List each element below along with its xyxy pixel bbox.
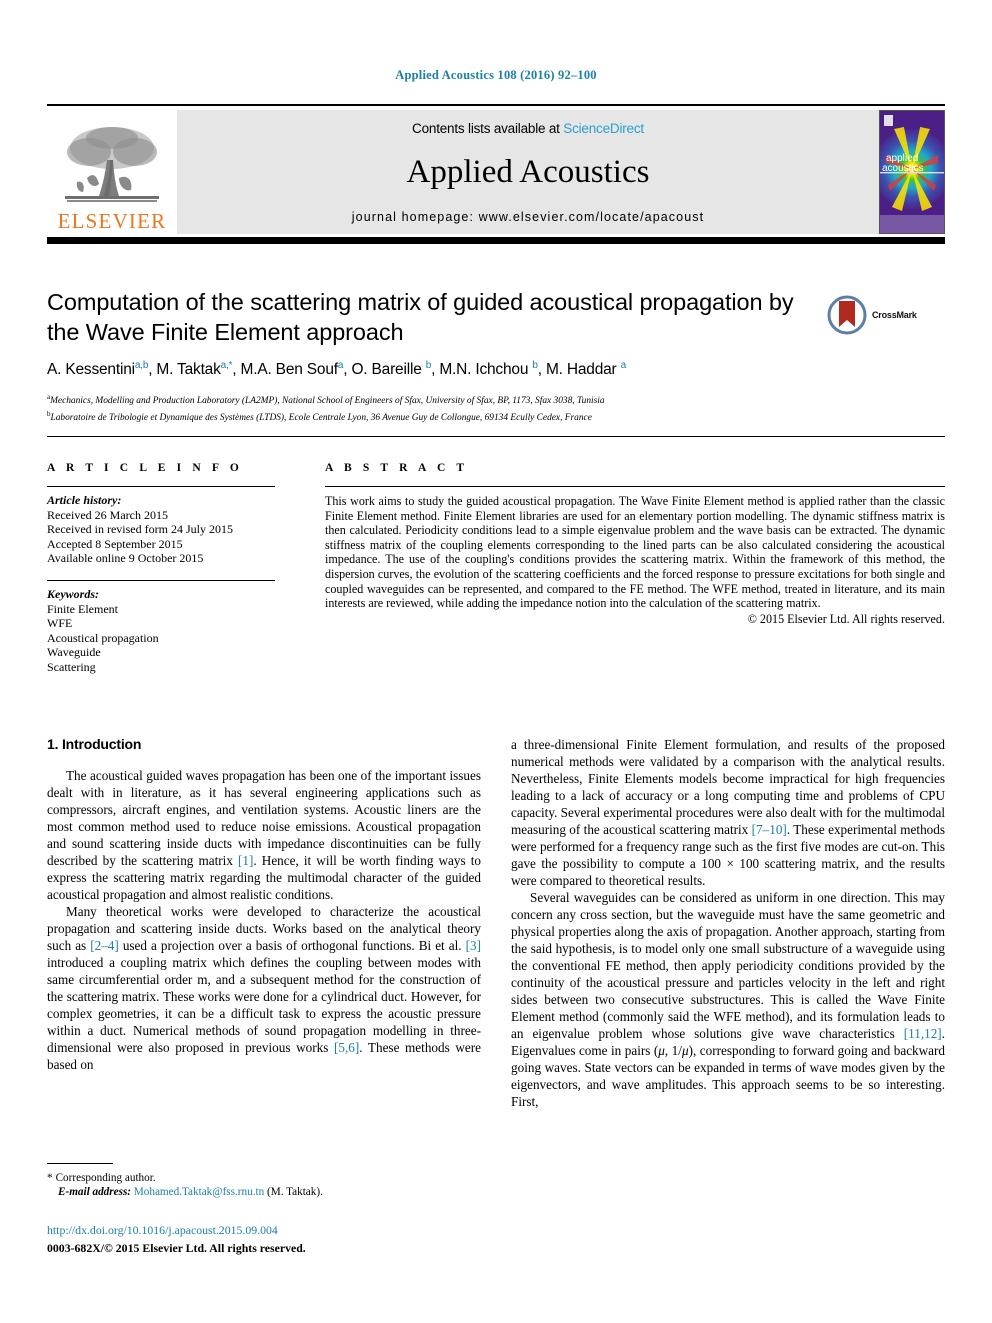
affiliation-item: bLaboratoire de Tribologie et Dynamique … — [47, 408, 937, 425]
paragraph: The acoustical guided waves propagation … — [47, 768, 481, 902]
article-info-heading: A R T I C L E I N F O — [47, 462, 243, 474]
author-item: O. Bareille b, — [351, 360, 440, 379]
paragraph: Many theoretical works were developed to… — [47, 904, 481, 1072]
affiliation-item: aMechanics, Modelling and Production Lab… — [47, 391, 937, 408]
elsevier-logo: ELSEVIER — [47, 110, 177, 234]
author-affil-mark: b — [425, 360, 432, 371]
corresponding-author-marker: * — [47, 1172, 53, 1184]
author-item: M. Taktaka,*, — [156, 360, 241, 379]
crossmark-icon — [827, 295, 867, 335]
affiliation-text: Laboratoire de Tribologie et Dynamique d… — [50, 413, 592, 424]
svg-text:acoustics: acoustics — [882, 163, 924, 174]
abstract-text: This work aims to study the guided acous… — [325, 494, 945, 611]
author-list: A. Kessentinia,b, M. Taktaka,*, M.A. Ben… — [47, 360, 937, 379]
journal-homepage[interactable]: journal homepage: www.elsevier.com/locat… — [352, 210, 704, 224]
keyword-item: Scattering — [47, 659, 96, 674]
contents-prefix: Contents lists available at — [412, 121, 564, 136]
author-item: M.A. Ben Soufa, — [240, 360, 352, 379]
sciencedirect-link[interactable]: ScienceDirect — [563, 121, 644, 136]
author-item: M.N. Ichchou b, — [439, 360, 546, 379]
issn-copyright: 0003-682X/© 2015 Elsevier Ltd. All right… — [47, 1241, 306, 1255]
body-column-right: a three-dimensional Finite Element formu… — [511, 736, 945, 1110]
article-info-column: Article history: Received 26 March 2015 … — [47, 486, 275, 675]
keyword-item: Finite Element — [47, 601, 118, 616]
citation-link[interactable]: [2–4] — [90, 938, 119, 953]
info-rule-middle — [47, 579, 275, 581]
page-title: Computation of the scattering matrix of … — [47, 289, 794, 345]
elsevier-wordmark: ELSEVIER — [57, 209, 167, 233]
paragraph: Several waveguides can be considered as … — [511, 890, 945, 1109]
affiliation-text: Mechanics, Modelling and Production Labo… — [50, 396, 605, 407]
journal-cover-thumbnail: applied acoustics — [879, 110, 945, 234]
paper-page: Applied Acoustics 108 (2016) 92–100 ELSE… — [0, 0, 992, 1323]
citation-link[interactable]: [11,12] — [904, 1026, 942, 1041]
crossmark-label: CrossMark — [872, 310, 917, 320]
info-band-top-rule — [47, 436, 945, 437]
abstract-copyright: © 2015 Elsevier Ltd. All rights reserved… — [747, 611, 945, 626]
citation-link[interactable]: [1] — [238, 853, 253, 868]
abstract-rule — [325, 486, 945, 487]
article-history-item: Received 26 March 2015 — [47, 507, 168, 522]
email-suffix: (M. Taktak). — [267, 1186, 323, 1198]
journal-name: Applied Acoustics — [406, 153, 650, 190]
author-affil-mark: b — [532, 360, 538, 371]
corresponding-author-note: * Corresponding author. — [47, 1171, 481, 1185]
body-column-left: 1. Introduction The acoustical guided wa… — [47, 736, 481, 1073]
article-history-item: Received in revised form 24 July 2015 — [47, 522, 233, 537]
contents-line: Contents lists available at ScienceDirec… — [412, 121, 644, 136]
footnote-block: * Corresponding author. E-mail address: M… — [47, 1171, 481, 1199]
corresponding-author-text: Corresponding author. — [55, 1172, 156, 1184]
citation-link[interactable]: [7–10] — [752, 822, 787, 837]
section-heading-introduction: 1. Introduction — [47, 736, 142, 752]
email-link[interactable]: Mohamed.Taktak@fss.rnu.tn — [134, 1186, 264, 1198]
author-affil-mark: a,* — [220, 360, 233, 371]
author-affil-mark: a — [337, 360, 344, 371]
running-head: Applied Acoustics 108 (2016) 92–100 — [395, 68, 597, 82]
citation-link[interactable]: [3] — [466, 938, 481, 953]
footnote-rule — [47, 1163, 113, 1164]
article-history-item: Available online 9 October 2015 — [47, 551, 204, 566]
email-note: E-mail address: Mohamed.Taktak@fss.rnu.t… — [47, 1185, 481, 1199]
crossmark-badge[interactable]: CrossMark — [827, 292, 937, 338]
abstract-column: This work aims to study the guided acous… — [325, 486, 945, 626]
author-item: M. Haddar a — [545, 360, 627, 379]
article-history-label: Article history: — [47, 493, 122, 507]
author-item: A. Kessentinia,b, — [47, 360, 157, 379]
keyword-item: WFE — [47, 616, 73, 631]
banner-bottom-rule — [47, 237, 945, 244]
paragraph: a three-dimensional Finite Element formu… — [511, 737, 945, 888]
elsevier-tree-icon — [65, 127, 159, 202]
journal-banner: ELSEVIER Contents lists available at Sci… — [47, 104, 945, 234]
author-affil-mark: a — [620, 360, 627, 371]
keyword-item: Waveguide — [47, 645, 101, 660]
affiliation-list: aMechanics, Modelling and Production Lab… — [47, 391, 937, 426]
keywords-label: Keywords: — [47, 586, 99, 601]
author-affil-mark: a,b — [134, 360, 149, 371]
keyword-item: Acoustical propagation — [47, 630, 159, 645]
doi-link[interactable]: http://dx.doi.org/10.1016/j.apacoust.201… — [47, 1223, 278, 1238]
citation-link[interactable]: [5,6] — [334, 1040, 359, 1055]
info-rule-top — [47, 486, 275, 487]
banner-center: Contents lists available at ScienceDirec… — [177, 110, 879, 234]
article-history-item: Accepted 8 September 2015 — [47, 536, 183, 551]
email-label: E-mail address: — [58, 1186, 132, 1198]
abstract-heading: A B S T R A C T — [325, 462, 469, 474]
cover-art-icon: applied acoustics — [880, 111, 944, 233]
